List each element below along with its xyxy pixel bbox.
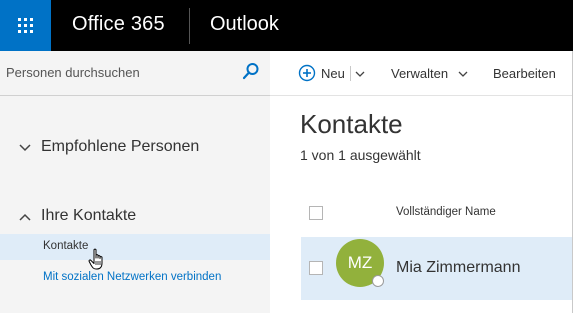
row-checkbox[interactable] [309, 261, 323, 275]
chevron-down-icon[interactable] [355, 69, 365, 79]
header-divider [189, 8, 190, 44]
app-name[interactable]: Outlook [210, 13, 279, 36]
toolbar-separator [350, 66, 351, 81]
search-icon[interactable] [242, 62, 260, 80]
search-input[interactable] [4, 59, 238, 85]
page-title: Kontakte [300, 109, 403, 139]
plus-circle-icon[interactable] [298, 64, 316, 82]
presence-status-icon [372, 275, 384, 287]
selection-status: 1 von 1 ausgewählt [300, 147, 421, 163]
list-header: Vollständiger Name [301, 195, 573, 229]
top-bar: Office 365 Outlook [0, 0, 573, 51]
edit-button[interactable]: Bearbeiten [493, 65, 556, 83]
command-toolbar: Neu Verwalten Bearbeiten [270, 51, 573, 96]
nav-group-suggested-people[interactable]: Empfohlene Personen [0, 135, 270, 161]
left-navigation-pane: Empfohlene Personen Ihre Kontakte Kontak… [0, 51, 270, 313]
nav-group-label: Empfohlene Personen [41, 138, 200, 155]
app-launcher-button[interactable] [0, 0, 51, 51]
search-box [0, 51, 270, 96]
connect-social-networks-link[interactable]: Mit sozialen Netzwerken verbinden [43, 271, 221, 283]
nav-group-label: Ihre Kontakte [41, 207, 137, 224]
sidebar-item-label: Kontakte [43, 240, 89, 252]
sidebar-item-contacts[interactable]: Kontakte [0, 234, 270, 260]
nav-group-your-contacts[interactable]: Ihre Kontakte [0, 204, 270, 230]
contact-name: Mia Zimmermann [396, 259, 521, 276]
chevron-down-icon[interactable] [458, 69, 468, 79]
new-button[interactable]: Neu [321, 65, 345, 83]
select-all-checkbox[interactable] [309, 206, 323, 220]
chevron-down-icon [19, 144, 31, 152]
chevron-up-icon [19, 213, 31, 221]
hand-cursor-icon [88, 248, 103, 270]
brand-title[interactable]: Office 365 [72, 13, 165, 36]
contact-row[interactable]: MZ Mia Zimmermann [301, 237, 573, 300]
contacts-main-pane: Neu Verwalten Bearbeiten Kontakte 1 von … [270, 51, 573, 313]
manage-button[interactable]: Verwalten [391, 65, 448, 83]
column-header-full-name[interactable]: Vollständiger Name [396, 206, 496, 218]
waffle-icon [18, 18, 33, 33]
